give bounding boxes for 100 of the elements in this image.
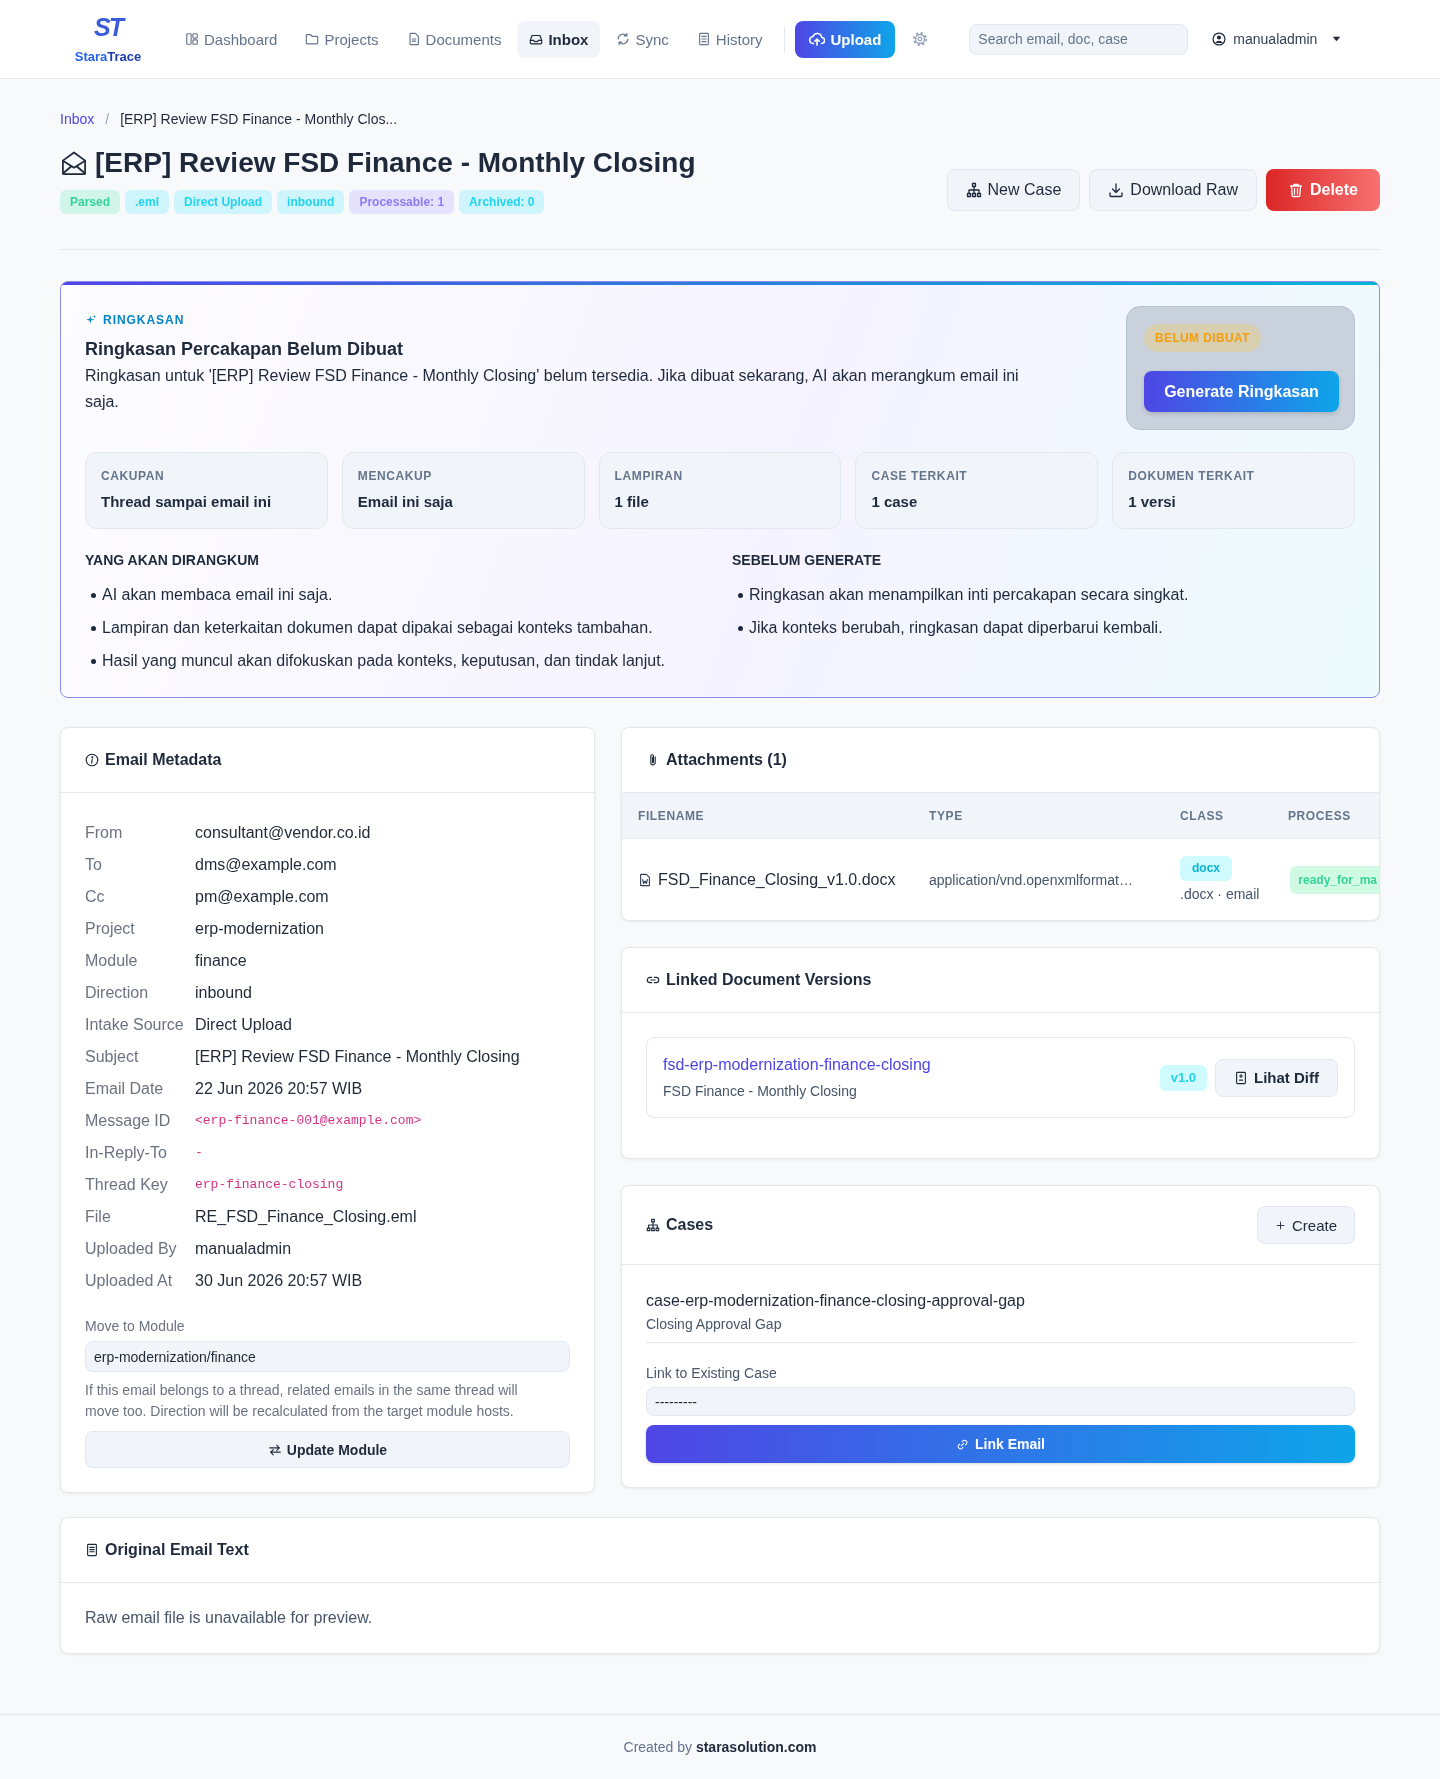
envelope-icon — [60, 149, 88, 177]
field-value: [ERP] Review FSD Finance - Monthly Closing — [195, 1047, 521, 1067]
notes-icon — [696, 32, 711, 46]
list-heading: YANG AKAN DIRANGKUM — [85, 551, 260, 570]
update-module-button[interactable]: Update Module — [85, 1431, 570, 1468]
field-label: In-Reply-To — [85, 1143, 168, 1163]
link-icon — [956, 1437, 969, 1451]
plus-icon — [1274, 1219, 1286, 1231]
nav-item[interactable]: Sync — [604, 20, 681, 58]
nav-item[interactable]: Inbox — [517, 20, 601, 58]
breadcrumb-separator: / — [105, 110, 110, 129]
file-name[interactable]: FSD_Finance_Closing_v1.0.docx — [658, 870, 896, 889]
field-label: Uploaded By — [85, 1239, 178, 1259]
pending-badge: BELUM DIBUAT — [1144, 324, 1261, 352]
list-item-text: Jika konteks berubah, ringkasan dapat diperbarui kembali. — [749, 618, 1163, 638]
field-label: Direction — [85, 983, 150, 1003]
field-label: Thread Key — [85, 1175, 169, 1195]
bullet-icon — [91, 625, 96, 631]
stat-label: MENCAKUP — [357, 468, 433, 484]
document-icon — [638, 871, 652, 888]
tray-icon — [529, 32, 544, 46]
bullet-icon — [738, 592, 743, 598]
summary-text: Ringkasan untuk '[ERP] Review FSD Finance - Monthly Closing' belum tersedia. Jika dibuat sekarang, AI akan merangkum email ini saja. — [85, 366, 1020, 412]
stat-value: Thread sampai email ini — [101, 492, 273, 512]
field-value: erp-modernization — [195, 919, 325, 939]
search-field[interactable]: Search email, doc, case — [969, 23, 1189, 55]
preview-message: Raw email file is unavailable for preview. — [85, 1608, 374, 1628]
document-icon — [406, 32, 421, 46]
column-header: CLASS — [1180, 808, 1225, 823]
field-value: finance — [195, 951, 248, 971]
generate-button[interactable]: Generate Ringkasan — [1144, 371, 1339, 412]
field-value: Direct Upload — [195, 1015, 293, 1035]
file-class-badge: docx — [1180, 856, 1232, 881]
field-value: pm@example.com — [195, 887, 330, 907]
field-label: To — [85, 855, 103, 875]
case-name[interactable]: case-erp-modernization-finance-closing-approval-gap — [646, 1289, 1355, 1313]
diff-document-icon — [1234, 1070, 1248, 1085]
status-badge: inbound — [277, 190, 345, 214]
card-title: Linked Document Versions — [666, 970, 872, 990]
field-label: File — [85, 1207, 112, 1227]
diff-button[interactable]: Lihat Diff — [1215, 1058, 1338, 1097]
status-badge: Direct Upload — [174, 190, 273, 214]
list-item-text: Lampiran dan keterkaitan dokumen dapat dipakai sebagai konteks tambahan. — [102, 618, 653, 638]
stat-label: CASE TERKAIT — [871, 468, 969, 484]
nav-item[interactable]: Projects — [293, 20, 391, 58]
brand-name[interactable]: StaraTrace — [74, 49, 142, 65]
nav-item[interactable]: Dashboard — [173, 20, 290, 58]
case-select[interactable]: --------- — [646, 1387, 1355, 1416]
column-header: FILENAME — [638, 808, 706, 823]
card-title: Original Email Text — [105, 1540, 249, 1560]
list-item-text: AI akan membaca email ini saja. — [102, 585, 333, 605]
card-title: Attachments (1) — [666, 750, 787, 770]
info-icon — [85, 753, 99, 767]
link-email-button[interactable]: Link Email — [646, 1425, 1355, 1463]
cloud-upload-icon — [809, 31, 826, 47]
field-value: manualadmin — [195, 1239, 293, 1259]
nav-item[interactable]: History — [684, 20, 775, 58]
module-input-field[interactable]: erp-modernization/finance — [85, 1341, 570, 1372]
upload-button[interactable]: Upload — [795, 20, 896, 58]
column-header: PROCESS — [1288, 808, 1352, 823]
table-cell-text: application/vnd.openxmlformat… — [929, 871, 1134, 888]
document-link[interactable]: fsd-erp-modernization-finance-closing — [663, 1056, 931, 1073]
field-label: Intake Source — [85, 1015, 185, 1035]
field-value: consultant@vendor.co.id — [195, 823, 372, 843]
field-label: Move to Module — [85, 1317, 186, 1336]
folder-icon — [305, 32, 320, 46]
field-label: Message ID — [85, 1111, 172, 1131]
user-menu[interactable]: manualadmin — [1212, 31, 1342, 47]
card-title: Cases — [666, 1215, 714, 1235]
field-value: inbound — [195, 983, 253, 1003]
nav-item[interactable]: Documents — [394, 20, 514, 58]
version-badge: v1.0 — [1159, 1064, 1207, 1091]
field-label: Uploaded At — [85, 1271, 174, 1291]
delete-button[interactable]: Delete — [1265, 169, 1380, 211]
document-subtitle: FSD Finance - Monthly Closing — [663, 1082, 858, 1101]
new-case-button[interactable]: New Case — [946, 169, 1081, 211]
page-title: [ERP] Review FSD Finance - Monthly Closing — [95, 146, 696, 180]
process-status-badge: ready_for_ma — [1290, 865, 1379, 894]
create-button[interactable]: Create — [1256, 1206, 1355, 1244]
field-value: <erp-finance-001@example.com> — [195, 1112, 423, 1130]
document-icon — [85, 1543, 99, 1557]
list-item-text: Hasil yang muncul akan difokuskan pada konteks, keputusan, dan tindak lanjut. — [102, 651, 666, 671]
summary-heading: Ringkasan Percakapan Belum Dibuat — [85, 338, 405, 361]
field-label: From — [85, 823, 124, 843]
bullet-icon — [91, 592, 96, 598]
layout-icon — [185, 32, 199, 46]
hierarchy-icon — [646, 1218, 660, 1232]
table-cell: .docx · email — [1180, 885, 1260, 903]
status-badge: .eml — [125, 190, 170, 214]
list-item-text: Ringkasan akan menampilkan inti percakapan secara singkat. — [749, 585, 1189, 605]
status-badge: Parsed — [60, 190, 121, 214]
bullet-icon — [738, 625, 743, 631]
card-title: Email Metadata — [105, 750, 222, 770]
field-value: 22 Jun 2026 20:57 WIB — [195, 1079, 364, 1099]
settings-icon[interactable] — [912, 31, 929, 47]
breadcrumb-link[interactable]: Inbox — [60, 109, 95, 129]
download-button[interactable]: Download Raw — [1089, 169, 1257, 211]
stat-value: 1 versi — [1128, 492, 1177, 512]
field-label: Cc — [85, 887, 106, 907]
stat-label: LAMPIRAN — [614, 468, 684, 484]
